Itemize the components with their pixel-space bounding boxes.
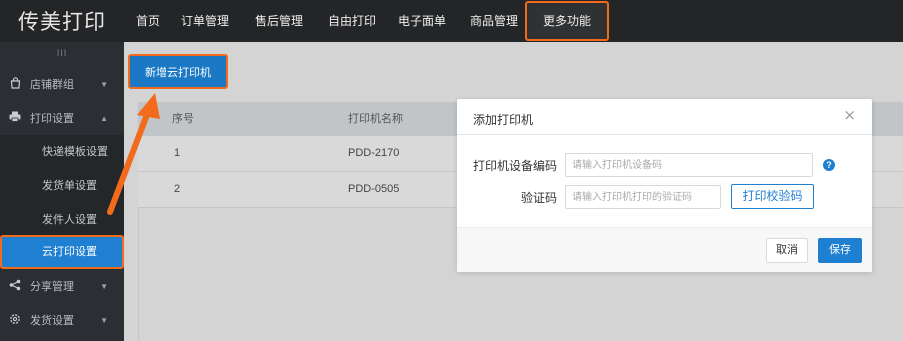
device-code-label: 打印机设备编码 xyxy=(472,159,557,173)
row-printer-name: PDD-0505 xyxy=(348,183,400,195)
sidebar-group-shipping-settings[interactable]: 发货设置 ▼ xyxy=(0,303,124,337)
app-logo: 传美打印 xyxy=(18,10,106,34)
sidebar-group-label: 分享管理 xyxy=(30,281,74,293)
dialog-footer: 取消 保存 xyxy=(457,227,872,272)
caret-down-icon: ▼ xyxy=(100,79,108,89)
caret-down-icon: ▼ xyxy=(100,281,108,291)
column-header-index: 序号 xyxy=(172,113,194,125)
top-nav-bar: 传美打印 首页 订单管理 售后管理 自由打印 电子面单 商品管理 更多功能 xyxy=(0,0,903,42)
dialog-divider xyxy=(457,134,872,135)
nav-item-products[interactable]: 商品管理 xyxy=(470,0,518,42)
sidebar-group-share[interactable]: 分享管理 ▼ xyxy=(0,269,124,303)
sidebar-group-print-settings[interactable]: 打印设置 ▲ xyxy=(0,101,124,135)
nav-item-more-features[interactable]: 更多功能 xyxy=(525,1,610,41)
add-cloud-printer-button[interactable]: 新增云打印机 xyxy=(128,54,228,89)
verify-code-input[interactable] xyxy=(565,185,721,209)
column-header-printer-name: 打印机名称 xyxy=(348,113,403,125)
sidebar-group-label: 打印设置 xyxy=(30,113,74,125)
cancel-button[interactable]: 取消 xyxy=(766,238,808,263)
printer-icon xyxy=(0,111,30,125)
nav-item-free-print[interactable]: 自由打印 xyxy=(328,0,376,42)
print-verify-code-button[interactable]: 打印校验码 xyxy=(731,184,814,209)
add-printer-dialog: 添加打印机 × 打印机设备编码 ? 验证码 打印校验码 取消 保存 xyxy=(457,99,872,272)
sidebar-item-express-template[interactable]: 快递模板设置 xyxy=(0,135,124,169)
caret-down-icon: ▼ xyxy=(100,315,108,325)
sidebar-collapse-handle[interactable]: III xyxy=(0,42,124,64)
row-index: 2 xyxy=(174,183,181,195)
nav-item-e-waybill[interactable]: 电子面单 xyxy=(398,0,446,42)
gear-icon xyxy=(0,313,30,328)
nav-item-home[interactable]: 首页 xyxy=(136,0,160,42)
share-icon xyxy=(0,279,30,294)
nav-item-after-sales[interactable]: 售后管理 xyxy=(255,0,303,42)
shopping-bag-icon xyxy=(0,76,30,92)
caret-up-icon: ▲ xyxy=(100,113,108,123)
sidebar: III 店铺群组 ▼ 打印设置 ▲ 快递模板设置 发货单设置 发件人设置 云打印… xyxy=(0,42,124,341)
nav-item-orders[interactable]: 订单管理 xyxy=(181,0,229,42)
sidebar-group-label: 店铺群组 xyxy=(30,79,74,91)
sidebar-item-cloud-print[interactable]: 云打印设置 xyxy=(0,235,124,269)
sidebar-group-label: 发货设置 xyxy=(30,315,74,327)
help-icon[interactable]: ? xyxy=(823,159,835,171)
dialog-title: 添加打印机 xyxy=(473,113,534,127)
row-printer-name: PDD-2170 xyxy=(348,147,400,159)
sidebar-item-sender[interactable]: 发件人设置 xyxy=(0,203,124,237)
close-icon[interactable]: × xyxy=(843,106,856,124)
row-index: 1 xyxy=(174,147,181,159)
device-code-input[interactable] xyxy=(565,153,813,177)
sidebar-group-store[interactable]: 店铺群组 ▼ xyxy=(0,67,124,101)
sidebar-item-delivery-note[interactable]: 发货单设置 xyxy=(0,169,124,203)
verify-code-label: 验证码 xyxy=(520,191,557,205)
save-button[interactable]: 保存 xyxy=(818,238,862,263)
